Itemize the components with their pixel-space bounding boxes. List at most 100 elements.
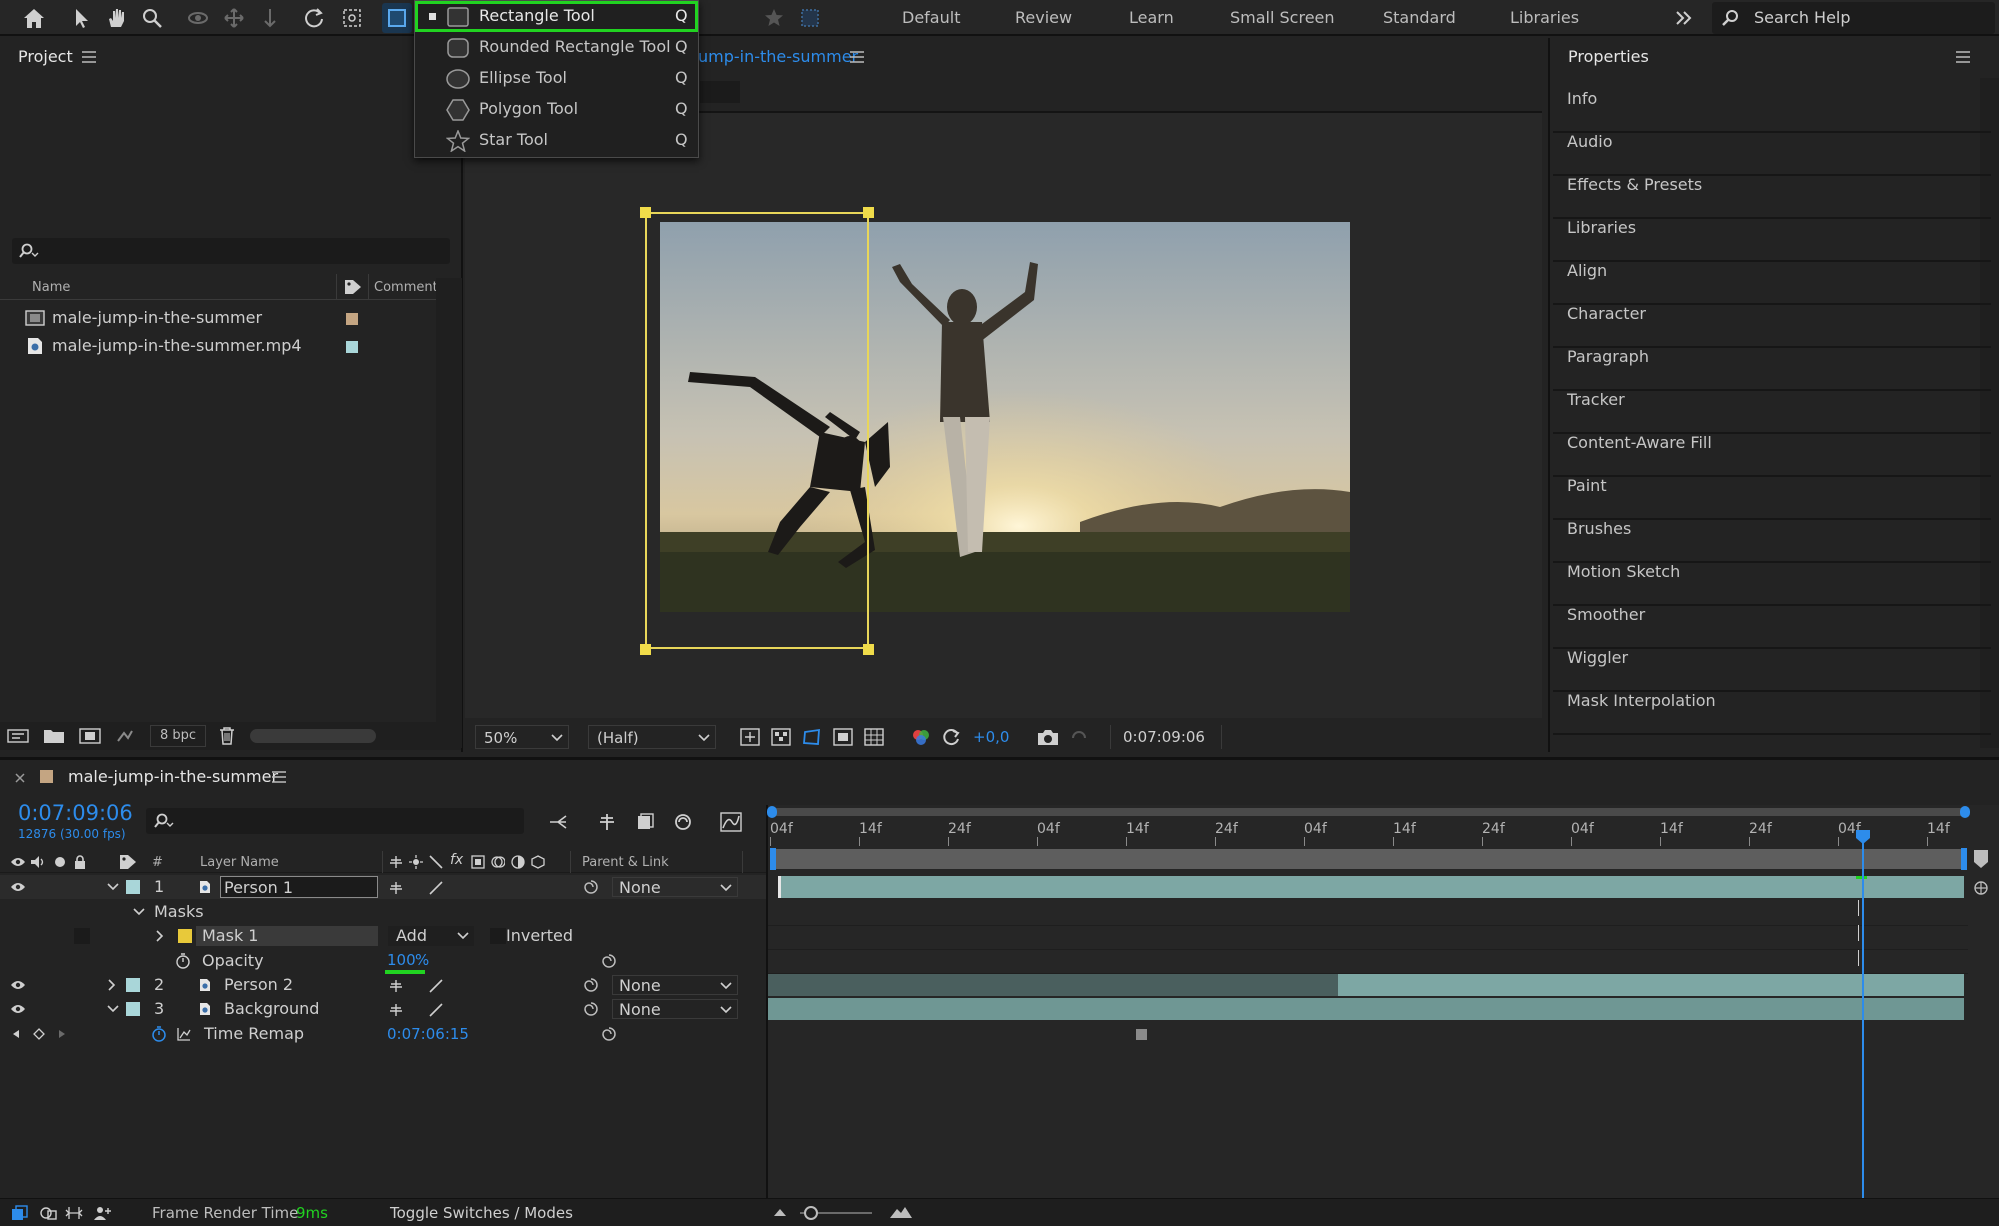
selection-tool-icon[interactable] <box>68 4 96 32</box>
mask-lock-box[interactable] <box>74 928 90 944</box>
orbit-camera-icon[interactable] <box>184 4 212 32</box>
layer-name-field[interactable]: Person 1 <box>220 876 378 898</box>
chevron-right-icon[interactable] <box>154 929 166 943</box>
graph-icon[interactable] <box>176 1026 192 1042</box>
next-keyframe-icon[interactable] <box>56 1028 68 1040</box>
workspace-tab-libraries[interactable]: Libraries <box>1510 0 1579 36</box>
new-composition-icon[interactable] <box>78 726 102 746</box>
project-search-input[interactable] <box>12 238 450 264</box>
layer-switches-icon[interactable] <box>10 1203 30 1223</box>
mask-mode-select[interactable]: Add <box>388 926 474 946</box>
mask-handle[interactable] <box>863 644 874 655</box>
dolly-camera-icon[interactable] <box>256 4 284 32</box>
layer-1-duration-bar[interactable] <box>778 876 1964 898</box>
shape-tool-icon[interactable] <box>382 3 412 33</box>
search-help-box[interactable]: Search Help <box>1712 2 1995 34</box>
current-timecode[interactable]: 0:07:09:06 <box>18 801 133 825</box>
hide-shy-layers-icon[interactable] <box>632 810 658 834</box>
time-navigator-bar[interactable] <box>771 849 1963 869</box>
chevron-down-icon[interactable] <box>106 880 120 894</box>
label-color-swatch[interactable] <box>346 313 358 325</box>
label-tag-icon[interactable] <box>118 854 138 870</box>
layer-label-swatch[interactable] <box>126 1002 140 1016</box>
column-comment-header[interactable]: Comment <box>374 280 438 295</box>
rotation-tool-icon[interactable] <box>300 4 328 32</box>
motion-blur-switch-icon[interactable] <box>470 854 486 870</box>
pan-camera-icon[interactable] <box>220 4 248 32</box>
graph-editor-icon[interactable] <box>718 810 744 834</box>
effects-switch-icon[interactable]: fx <box>450 852 463 868</box>
time-remap-value[interactable]: 0:07:06:15 <box>387 1025 469 1043</box>
new-folder-icon[interactable] <box>42 726 66 746</box>
audio-icon[interactable] <box>30 854 46 870</box>
transfer-controls-icon[interactable] <box>38 1203 58 1223</box>
playhead-handle-icon[interactable] <box>1854 828 1872 846</box>
pick-whip-icon[interactable] <box>582 977 600 993</box>
toggle-switches-modes-button[interactable]: Toggle Switches / Modes <box>390 1204 573 1222</box>
layer-label-swatch[interactable] <box>126 978 140 992</box>
parent-select[interactable]: None <box>612 999 738 1019</box>
home-icon[interactable] <box>20 4 48 32</box>
playhead-line[interactable] <box>1862 830 1864 1200</box>
composition-tab-title[interactable]: ump-in-the-summer <box>698 47 858 66</box>
composition-breadcrumb[interactable] <box>700 81 740 103</box>
mask-inverted-checkbox[interactable] <box>490 928 506 944</box>
eye-icon[interactable] <box>10 1002 26 1016</box>
transparency-grid-icon[interactable] <box>769 726 793 748</box>
pick-whip-icon[interactable] <box>582 879 600 895</box>
eye-icon[interactable] <box>10 978 26 992</box>
timeline-search-input[interactable] <box>146 808 524 834</box>
panel-menu-icon[interactable] <box>848 49 866 65</box>
layer-name[interactable]: Background <box>224 999 319 1018</box>
snapshot-camera-icon[interactable] <box>1036 726 1060 748</box>
panel-menu-icon[interactable] <box>1954 49 1972 65</box>
zoom-select[interactable]: 50% <box>475 725 569 749</box>
roto-brush-icon[interactable] <box>798 6 822 30</box>
mask-bounding-box[interactable] <box>645 212 869 649</box>
workspace-tab-review[interactable]: Review <box>1015 0 1072 36</box>
opacity-value[interactable]: 100 <box>387 951 416 969</box>
timeline-zoom-slider-thumb[interactable] <box>804 1206 818 1220</box>
work-area-start-handle[interactable] <box>767 806 777 818</box>
timeline-tab-title[interactable]: male-jump-in-the-summer <box>68 767 278 786</box>
hand-tool-icon[interactable] <box>102 4 130 32</box>
time-remap-property-row[interactable]: Time Remap 0:07:06:15 <box>0 1022 766 1046</box>
adjustment-icon[interactable] <box>510 854 526 870</box>
layer-label-swatch[interactable] <box>126 880 140 894</box>
trash-icon[interactable] <box>216 726 238 746</box>
viewer-timecode[interactable]: 0:07:09:06 <box>1123 728 1205 746</box>
layer-row[interactable]: 3 Background None <box>0 997 766 1021</box>
reset-exposure-icon[interactable] <box>940 726 964 748</box>
adjustment-layer-switch-icon[interactable] <box>490 854 506 870</box>
stopwatch-icon[interactable] <box>174 952 192 970</box>
label-color-swatch[interactable] <box>346 341 358 353</box>
resolution-select[interactable]: (Half) <box>588 725 716 749</box>
work-area-bar[interactable] <box>771 808 1969 816</box>
mask-color-swatch[interactable] <box>178 929 192 943</box>
label-tag-icon[interactable] <box>342 278 364 296</box>
workspace-tab-small-screen[interactable]: Small Screen <box>1230 0 1335 36</box>
comp-marker-bin-icon[interactable] <box>1972 848 1990 870</box>
grid-guides-icon[interactable] <box>862 726 886 748</box>
panel-item-mask-interpolation[interactable]: Mask Interpolation <box>1553 681 1991 735</box>
pick-whip-icon[interactable] <box>600 952 618 970</box>
mask-name-field[interactable]: Mask 1 <box>196 926 378 946</box>
parent-select[interactable]: None <box>612 877 738 897</box>
zoom-in-mountain-icon[interactable] <box>888 1203 914 1221</box>
shy-switch-icon[interactable] <box>388 880 404 896</box>
navigator-end-handle[interactable] <box>1961 848 1967 870</box>
column-layer-name-header[interactable]: Layer Name <box>200 855 279 870</box>
layer-marker-icon[interactable] <box>1970 878 1992 898</box>
star-pin-icon[interactable] <box>762 6 786 30</box>
solo-icon[interactable] <box>52 854 68 870</box>
bit-depth-button[interactable]: 8 bpc <box>150 725 206 747</box>
zoom-tool-icon[interactable] <box>138 4 166 32</box>
column-name-header[interactable]: Name <box>32 280 70 295</box>
shy-switch-icon[interactable] <box>388 1002 404 1018</box>
composition-viewer[interactable] <box>465 113 1542 718</box>
quality-switch-icon[interactable] <box>428 854 444 870</box>
close-tab-icon[interactable] <box>12 770 28 786</box>
draft-3d-icon[interactable] <box>594 810 620 834</box>
in-out-duration-icon[interactable] <box>64 1203 84 1223</box>
more-workspaces-icon[interactable] <box>1670 6 1698 30</box>
